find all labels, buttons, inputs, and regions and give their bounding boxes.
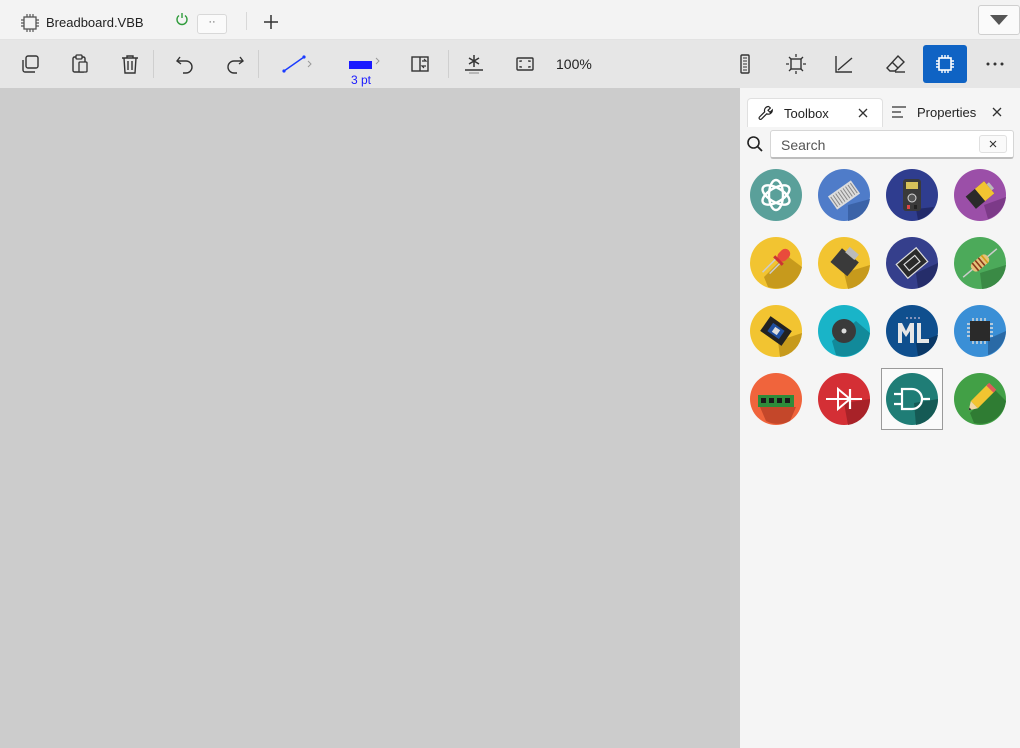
stroke-width-icon bbox=[349, 57, 380, 69]
tab-toolbox[interactable]: Toolbox bbox=[747, 98, 883, 127]
line-tool-icon bbox=[282, 55, 312, 73]
search-input[interactable] bbox=[779, 135, 973, 155]
toolbox-item-pencil[interactable] bbox=[949, 368, 1011, 430]
wrench-icon bbox=[758, 105, 773, 120]
tab-properties[interactable]: Properties bbox=[883, 98, 1013, 126]
copy-button[interactable] bbox=[13, 47, 47, 81]
toolbox-item-openai[interactable] bbox=[745, 164, 807, 226]
close-icon bbox=[989, 140, 997, 148]
toolbox-item-potentiometer[interactable] bbox=[813, 232, 875, 294]
more-options-button[interactable] bbox=[978, 47, 1012, 81]
breadboard-view-button[interactable] bbox=[728, 47, 762, 81]
eraser-icon bbox=[886, 54, 905, 73]
microcontroller-icon bbox=[954, 305, 1006, 357]
eraser-button[interactable] bbox=[879, 47, 913, 81]
main-toolbar: 3 pt 100% bbox=[0, 40, 1020, 88]
ellipsis-icon bbox=[986, 62, 1004, 66]
switch-icon bbox=[886, 237, 938, 289]
line-style-button[interactable] bbox=[280, 47, 318, 81]
document-tab[interactable]: Breadboard.VBB ·· bbox=[10, 6, 234, 38]
toolbox-item-led[interactable] bbox=[745, 232, 807, 294]
tab-toolbox-label: Toolbox bbox=[784, 106, 829, 121]
buzzer-icon bbox=[818, 305, 870, 357]
toolbox-item-header-strip[interactable] bbox=[745, 368, 807, 430]
toolbox-item-buzzer[interactable] bbox=[813, 300, 875, 362]
new-tab-plus-icon[interactable] bbox=[262, 13, 280, 31]
fit-to-screen-button[interactable] bbox=[508, 47, 542, 81]
breadboard-icon bbox=[740, 54, 750, 74]
close-icon[interactable] bbox=[857, 107, 869, 119]
flip-panel-icon bbox=[411, 56, 429, 72]
paste-button[interactable] bbox=[63, 47, 97, 81]
side-panel: Toolbox Properties bbox=[740, 88, 1020, 748]
tab-list-dropdown-button[interactable] bbox=[978, 5, 1020, 35]
power-icon[interactable] bbox=[175, 12, 189, 26]
tab-more-button[interactable]: ·· bbox=[197, 14, 227, 34]
toolbox-item-tinyml[interactable] bbox=[881, 300, 943, 362]
resistor-icon bbox=[954, 237, 1006, 289]
delete-button[interactable] bbox=[113, 47, 147, 81]
pencil-icon bbox=[954, 373, 1006, 425]
ground-align-button[interactable] bbox=[457, 47, 491, 81]
tinyml-icon bbox=[886, 305, 938, 357]
search-box[interactable] bbox=[770, 130, 1014, 159]
toolbox-item-switch[interactable] bbox=[881, 232, 943, 294]
toolbox-item-multimeter[interactable] bbox=[881, 164, 943, 226]
toolbar-divider bbox=[258, 50, 259, 78]
openai-logo-icon bbox=[750, 169, 802, 221]
flip-button[interactable] bbox=[403, 47, 437, 81]
undo-icon bbox=[176, 56, 193, 74]
fit-screen-icon bbox=[516, 57, 534, 71]
chevron-down-icon bbox=[990, 15, 1008, 25]
trash-icon bbox=[122, 55, 138, 74]
toolbox-item-chip-module[interactable] bbox=[745, 300, 807, 362]
ribbon-cable-icon bbox=[818, 169, 870, 221]
stroke-width-button[interactable] bbox=[344, 44, 384, 72]
undo-button[interactable] bbox=[168, 47, 202, 81]
redo-icon bbox=[227, 56, 244, 74]
paste-clipboard-icon bbox=[72, 54, 88, 73]
diode-icon bbox=[818, 373, 870, 425]
document-tab-title: Breadboard.VBB bbox=[46, 15, 144, 30]
stroke-width-label: 3 pt bbox=[350, 73, 371, 87]
tab-properties-label: Properties bbox=[917, 105, 977, 120]
multimeter-icon bbox=[886, 169, 938, 221]
chip-icon bbox=[936, 55, 954, 73]
pcb-view-button[interactable] bbox=[923, 45, 967, 83]
tab-divider bbox=[246, 12, 247, 30]
toolbox-item-resistor[interactable] bbox=[949, 232, 1011, 294]
clear-search-button[interactable] bbox=[979, 135, 1007, 153]
design-canvas[interactable] bbox=[0, 88, 740, 748]
potentiometer-icon bbox=[818, 237, 870, 289]
toolbox-item-diode[interactable] bbox=[813, 368, 875, 430]
properties-list-icon bbox=[892, 106, 906, 118]
header-strip-icon bbox=[750, 373, 802, 425]
toolbox-item-and-gate[interactable] bbox=[881, 368, 943, 430]
axis-line-icon bbox=[835, 56, 853, 73]
redo-button[interactable] bbox=[218, 47, 252, 81]
toolbox-item-microcontroller[interactable] bbox=[949, 300, 1011, 362]
chip-icon bbox=[21, 14, 39, 32]
title-bar: Breadboard.VBB ·· bbox=[0, 0, 1020, 40]
toolbox-item-battery[interactable] bbox=[949, 164, 1011, 226]
battery-icon bbox=[954, 169, 1006, 221]
schematic-view-button[interactable] bbox=[827, 47, 861, 81]
asterisk-ground-icon bbox=[465, 55, 483, 74]
copy-icon bbox=[22, 55, 39, 73]
and-gate-icon bbox=[886, 373, 938, 425]
component-view-button[interactable] bbox=[779, 47, 813, 81]
led-icon bbox=[750, 237, 802, 289]
zoom-level[interactable]: 100% bbox=[556, 56, 592, 72]
chip-module-icon bbox=[750, 305, 802, 357]
toolbar-divider bbox=[153, 50, 154, 78]
close-icon[interactable] bbox=[991, 106, 1003, 118]
toolbox-item-ribbon-cable[interactable] bbox=[813, 164, 875, 226]
sun-chip-icon bbox=[786, 54, 806, 74]
toolbar-divider bbox=[448, 50, 449, 78]
search-icon bbox=[747, 136, 763, 152]
